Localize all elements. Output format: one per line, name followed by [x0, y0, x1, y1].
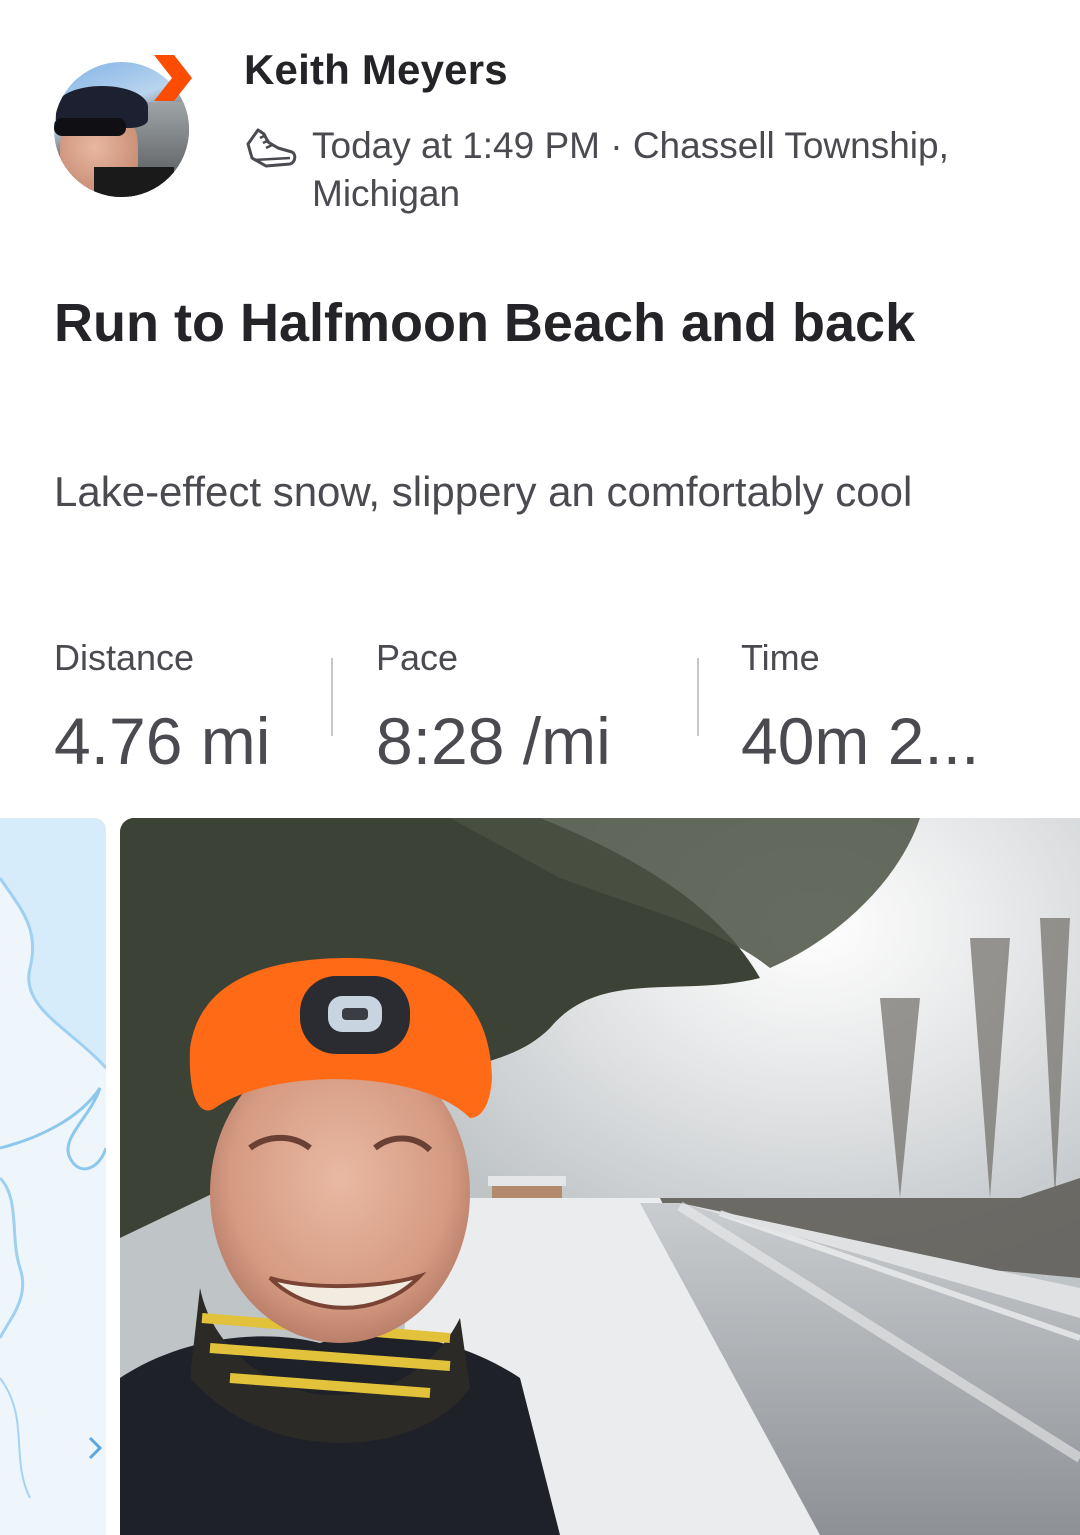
route-map[interactable]	[0, 818, 106, 1535]
user-name[interactable]: Keith Meyers	[244, 46, 508, 94]
stat-value: 4.76 mi	[54, 704, 271, 778]
stat-label: Time	[741, 637, 820, 678]
activity-date-location: Today at 1:49 PM · Chassell Township, Mi…	[312, 125, 949, 214]
stat-pace: Pace 8:28 /mi	[376, 632, 611, 786]
stat-divider	[331, 658, 333, 736]
activity-description: Lake-effect snow, slippery an comfortabl…	[54, 468, 913, 515]
map-shoreline	[0, 818, 106, 1535]
stat-value: 40m 2...	[741, 704, 980, 778]
strava-logo-icon	[154, 55, 192, 101]
activity-photo[interactable]	[120, 818, 1080, 1535]
stat-value: 8:28 /mi	[376, 704, 611, 778]
stat-time: Time 40m 2...	[741, 632, 979, 786]
photo-selfie-snowy-road	[120, 818, 1080, 1535]
activity-title[interactable]: Run to Halfmoon Beach and back	[54, 282, 1014, 364]
stat-label: Distance	[54, 637, 195, 678]
running-shoe-icon	[246, 128, 297, 168]
stat-distance: Distance 4.76 mi	[54, 632, 270, 786]
stat-divider	[697, 658, 699, 736]
stat-label: Pace	[376, 637, 459, 678]
